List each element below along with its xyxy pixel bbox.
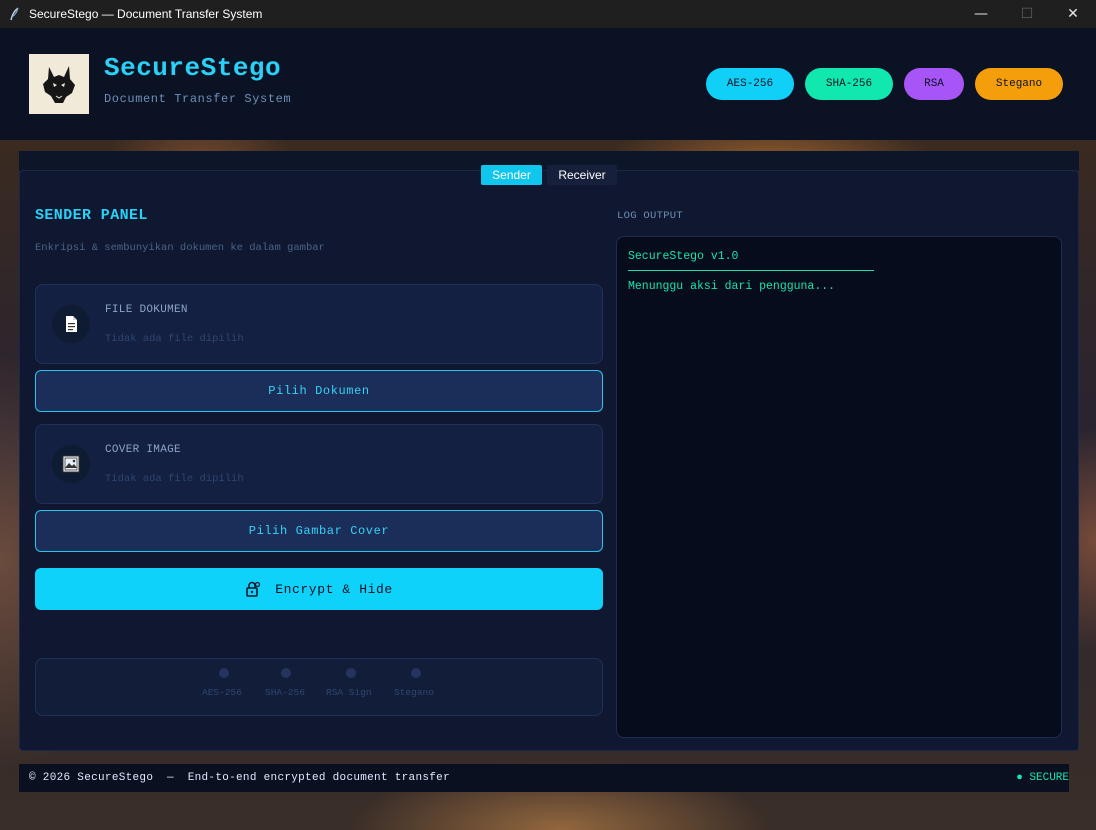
lock-key-icon	[246, 581, 261, 597]
tab-sender[interactable]: Sender	[481, 165, 542, 185]
log-header: SecureStego v1.0	[628, 250, 739, 263]
step-label-sha: SHA-256	[265, 687, 305, 698]
step-dot-stegano	[411, 668, 421, 678]
encrypt-hide-button[interactable]: Encrypt & Hide	[35, 568, 603, 610]
tab-receiver[interactable]: Receiver	[547, 165, 617, 185]
document-icon	[52, 305, 90, 343]
app-subtitle: Document Transfer System	[104, 92, 292, 106]
app-title: SecureStego	[104, 53, 282, 83]
log-divider	[628, 270, 874, 271]
sender-panel-subtitle: Enkripsi & sembunyikan dokumen ke dalam …	[35, 242, 325, 254]
badge-rsa: RSA	[904, 68, 964, 100]
badge-sha: SHA-256	[805, 68, 893, 100]
footer-text: © 2026 SecureStego — End-to-end encrypte…	[29, 772, 450, 784]
image-icon	[52, 445, 90, 483]
footer-bar: © 2026 SecureStego — End-to-end encrypte…	[19, 764, 1069, 792]
pick-cover-button[interactable]: Pilih Gambar Cover	[35, 510, 603, 552]
cover-image-label: COVER IMAGE	[105, 444, 181, 456]
wolf-logo-icon	[29, 54, 89, 114]
log-output-area[interactable]: SecureStego v1.0 Menunggu aksi dari peng…	[616, 236, 1062, 738]
pick-document-button[interactable]: Pilih Dokumen	[35, 370, 603, 412]
app-header: SecureStego Document Transfer System AES…	[0, 28, 1096, 140]
document-file-card: FILE DOKUMEN Tidak ada file dipilih	[35, 284, 603, 364]
badge-aes: AES-256	[706, 68, 794, 100]
secure-status: ● SECURE	[1016, 772, 1069, 784]
log-message: Menunggu aksi dari pengguna...	[628, 280, 836, 293]
pipeline-status-card: AES-256 SHA-256 RSA Sign Stegano	[35, 658, 603, 716]
cover-image-status: Tidak ada file dipilih	[105, 473, 244, 485]
step-dot-rsa	[346, 668, 356, 678]
step-dot-aes	[219, 668, 229, 678]
minimize-button[interactable]: —	[958, 0, 1004, 28]
encrypt-hide-label: Encrypt & Hide	[275, 581, 393, 597]
maximize-button: ☐	[1020, 6, 1034, 22]
log-output-title: LOG OUTPUT	[617, 210, 684, 222]
tab-bar: Sender Receiver	[481, 165, 617, 185]
window-title: SecureStego — Document Transfer System	[29, 7, 263, 21]
step-label-stegano: Stegano	[394, 687, 434, 698]
step-label-rsa: RSA Sign	[326, 687, 372, 698]
step-dot-sha	[281, 668, 291, 678]
document-label: FILE DOKUMEN	[105, 304, 188, 316]
step-label-aes: AES-256	[202, 687, 242, 698]
window-title-bar: SecureStego — Document Transfer System —…	[0, 0, 1096, 28]
feather-icon	[10, 7, 19, 21]
sender-panel-title: SENDER PANEL	[35, 207, 148, 224]
cover-image-card: COVER IMAGE Tidak ada file dipilih	[35, 424, 603, 504]
close-button[interactable]: ✕	[1050, 0, 1096, 28]
document-status: Tidak ada file dipilih	[105, 333, 244, 345]
badge-stegano: Stegano	[975, 68, 1063, 100]
